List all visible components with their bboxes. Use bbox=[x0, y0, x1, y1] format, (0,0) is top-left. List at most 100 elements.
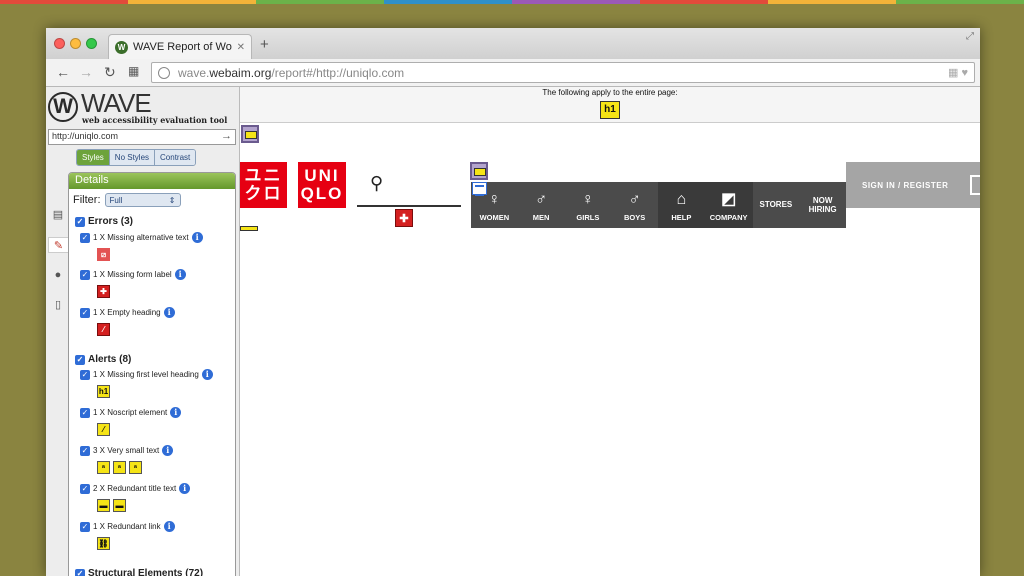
redundant-link-alert-icon[interactable]: ⛓ bbox=[97, 537, 110, 550]
close-window-button[interactable] bbox=[54, 38, 65, 49]
alert-label: 1 X Redundant link bbox=[93, 522, 161, 531]
address-url: wave.webaim.org/report#/http://uniqlo.co… bbox=[178, 65, 405, 80]
error-item[interactable]: ✓ 1 X Missing alternative text i bbox=[80, 232, 203, 243]
alert-checkbox[interactable]: ✓ bbox=[80, 407, 90, 418]
missing-alt-icon[interactable]: ⧄ bbox=[97, 248, 110, 261]
back-button[interactable]: ← bbox=[56, 64, 70, 80]
browser-tab[interactable]: W WAVE Report of Women's, M ✕ bbox=[108, 34, 252, 59]
error-checkbox[interactable]: ✓ bbox=[80, 307, 90, 318]
wave-logo-icon: W bbox=[48, 92, 78, 122]
alert-icons: ⛓ bbox=[97, 537, 110, 550]
structural-section[interactable]: ✓ Structural Elements (72) bbox=[75, 568, 203, 576]
error-item[interactable]: ✓ 1 X Empty heading i bbox=[80, 307, 175, 318]
nav-stores-label: STORES bbox=[759, 200, 793, 210]
alert-label: 3 X Very small text bbox=[93, 446, 160, 455]
h1-alert-badge[interactable]: h1 bbox=[600, 101, 620, 119]
alerts-checkbox[interactable]: ✓ bbox=[75, 354, 85, 365]
girl-figure-icon: ♀ bbox=[581, 191, 594, 208]
noscript-alert-icon[interactable]: ⁄ bbox=[97, 423, 110, 436]
alert-checkbox[interactable]: ✓ bbox=[80, 521, 90, 532]
alert-checkbox[interactable]: ✓ bbox=[80, 445, 90, 456]
error-item[interactable]: ✓ 1 X Missing form label i bbox=[80, 269, 186, 280]
nav-girls-label: GIRLS bbox=[576, 213, 600, 222]
info-icon[interactable]: i bbox=[163, 521, 175, 532]
h1-alert-icon[interactable]: h1 bbox=[97, 385, 110, 398]
minimize-window-button[interactable] bbox=[70, 38, 81, 49]
errors-section[interactable]: ✓ Errors (3) bbox=[75, 216, 133, 227]
info-icon[interactable]: i bbox=[201, 369, 213, 380]
contrast-button[interactable]: Contrast bbox=[154, 150, 196, 165]
tab-title: WAVE Report of Women's, M bbox=[133, 41, 232, 53]
missing-label-marker-icon[interactable]: ✚ bbox=[395, 209, 413, 227]
tab-close-icon[interactable]: ✕ bbox=[237, 42, 245, 53]
info-icon[interactable]: i bbox=[179, 483, 191, 494]
uniqlo-logo-english[interactable]: UNI QLO bbox=[298, 162, 346, 208]
service-bell-icon: ⌂ bbox=[676, 191, 687, 208]
info-icon[interactable]: i bbox=[163, 307, 175, 318]
alerts-section[interactable]: ✓ Alerts (8) bbox=[75, 354, 131, 365]
search-icon[interactable]: ⚲ bbox=[370, 173, 383, 194]
alert-item[interactable]: ✓ 2 X Redundant title text i bbox=[80, 483, 191, 494]
uniqlo-logo-japanese[interactable]: ユニ クロ bbox=[240, 162, 287, 208]
new-tab-button[interactable]: + bbox=[260, 36, 269, 53]
reload-button[interactable]: ↻ bbox=[104, 64, 116, 81]
empty-heading-icon[interactable]: ⁄ bbox=[97, 323, 110, 336]
info-tab-icon[interactable]: ● bbox=[50, 267, 66, 283]
alert-item[interactable]: ✓ 1 X Missing first level heading i bbox=[80, 369, 213, 380]
details-tab-icon[interactable]: ✎ bbox=[48, 237, 68, 253]
info-icon[interactable]: i bbox=[162, 445, 174, 456]
fullscreen-icon[interactable]: ⤢ bbox=[966, 31, 974, 42]
address-bar[interactable]: wave.webaim.org/report#/http://uniqlo.co… bbox=[151, 62, 975, 83]
nav-men[interactable]: ♂ MEN bbox=[518, 182, 565, 228]
styles-button[interactable]: Styles bbox=[77, 150, 109, 165]
bookmark-heart-icon[interactable]: ▦ ♥ bbox=[948, 66, 968, 79]
search-input-underline[interactable] bbox=[357, 205, 461, 207]
summary-tab-icon[interactable]: ▤ bbox=[50, 207, 66, 223]
error-label: 1 X Missing form label bbox=[93, 270, 172, 279]
structural-checkbox[interactable]: ✓ bbox=[75, 568, 85, 576]
errors-checkbox[interactable]: ✓ bbox=[75, 216, 85, 227]
title-text-marker-icon[interactable] bbox=[470, 162, 488, 180]
small-text-alert-icon[interactable]: ᵃ bbox=[113, 461, 126, 474]
nav-stores[interactable]: STORES bbox=[753, 182, 800, 228]
url-input[interactable]: http://uniqlo.com → bbox=[48, 129, 236, 145]
documentation-tab-icon[interactable]: ▯ bbox=[50, 297, 66, 313]
small-text-marker-icon[interactable] bbox=[240, 226, 258, 231]
small-text-alert-icon[interactable]: ᵃ bbox=[97, 461, 110, 474]
nav-boys[interactable]: ♂ BOYS bbox=[611, 182, 658, 228]
alert-checkbox[interactable]: ✓ bbox=[80, 369, 90, 380]
browser-window: W WAVE Report of Women's, M ✕ + ⤢ ← → ↻ … bbox=[46, 28, 980, 576]
title-text-alert-icon[interactable]: ▬ bbox=[97, 499, 110, 512]
nav-help[interactable]: ⌂ HELP bbox=[658, 182, 705, 228]
apps-grid-icon[interactable]: ▦ bbox=[128, 64, 139, 78]
details-panel-title: Details bbox=[69, 173, 235, 189]
info-icon[interactable]: i bbox=[191, 232, 203, 243]
title-text-alert-icon[interactable]: ▬ bbox=[113, 499, 126, 512]
error-checkbox[interactable]: ✓ bbox=[80, 232, 90, 243]
alert-item[interactable]: ✓ 1 X Redundant link i bbox=[80, 521, 175, 532]
tab-bar: W WAVE Report of Women's, M ✕ + ⤢ bbox=[46, 28, 980, 59]
alert-item[interactable]: ✓ 3 X Very small text i bbox=[80, 445, 174, 456]
info-icon[interactable]: i bbox=[174, 269, 186, 280]
error-icons: ✚ bbox=[97, 285, 110, 298]
alert-checkbox[interactable]: ✓ bbox=[80, 483, 90, 494]
nav-now-hiring[interactable]: NOW HIRING bbox=[799, 182, 846, 228]
alert-item[interactable]: ✓ 1 X Noscript element i bbox=[80, 407, 182, 418]
error-checkbox[interactable]: ✓ bbox=[80, 269, 90, 280]
filter-select[interactable]: Full ⇕ bbox=[104, 193, 181, 207]
small-text-alert-icon[interactable]: ᵃ bbox=[129, 461, 142, 474]
nav-men-label: MEN bbox=[532, 213, 550, 222]
sign-in-register-button[interactable]: SIGN IN / REGISTER bbox=[846, 162, 980, 208]
forward-button[interactable]: → bbox=[79, 64, 93, 80]
nav-girls[interactable]: ♀ GIRLS bbox=[565, 182, 612, 228]
nav-company[interactable]: ◩ COMPANY bbox=[704, 182, 753, 228]
no-styles-button[interactable]: No Styles bbox=[108, 150, 155, 165]
missing-label-icon[interactable]: ✚ bbox=[97, 285, 110, 298]
filter-label: Filter: bbox=[73, 194, 101, 206]
go-arrow-icon[interactable]: → bbox=[221, 130, 232, 142]
info-icon[interactable]: i bbox=[170, 407, 182, 418]
maximize-window-button[interactable] bbox=[86, 38, 97, 49]
list-marker-icon[interactable] bbox=[472, 182, 487, 196]
details-panel: Details Filter: Full ⇕ ✓ Errors (3) ✓ 1 X M… bbox=[68, 172, 236, 576]
title-text-marker-icon[interactable] bbox=[241, 125, 259, 143]
